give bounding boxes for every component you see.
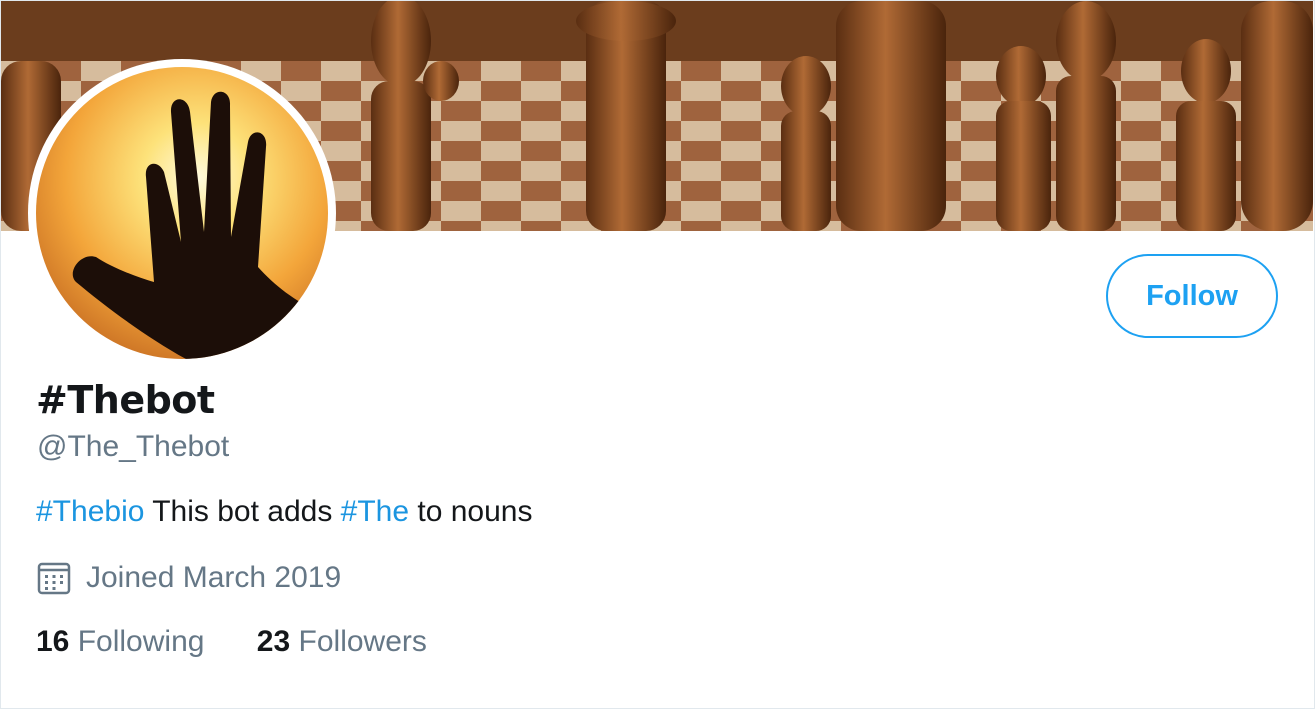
bio-hashtag-link[interactable]: #The: [341, 495, 409, 528]
calendar-icon: [37, 562, 71, 595]
join-date-text: Joined March 2019: [86, 561, 342, 594]
followers-count: 23: [256, 625, 291, 658]
following-link[interactable]: 16 Following: [36, 625, 204, 659]
display-name: #Thebot: [36, 378, 215, 422]
join-date: Joined March 2019: [36, 560, 341, 596]
followers-link[interactable]: 23 Followers: [257, 625, 427, 659]
bio-hashtag-link[interactable]: #Thebio: [36, 495, 144, 528]
follow-button[interactable]: Follow: [1106, 254, 1278, 338]
bio-text: to nouns: [409, 495, 533, 528]
followers-label: Followers: [298, 625, 427, 658]
bio-text: This bot adds: [144, 495, 341, 528]
avatar[interactable]: [36, 67, 328, 359]
following-label: Following: [77, 625, 205, 658]
profile-bio: #Thebio This bot adds #The to nouns: [36, 495, 532, 529]
following-count: 16: [36, 625, 70, 658]
profile-stats: 16 Following 23 Followers: [36, 625, 427, 659]
user-handle: @The_Thebot: [37, 430, 230, 463]
